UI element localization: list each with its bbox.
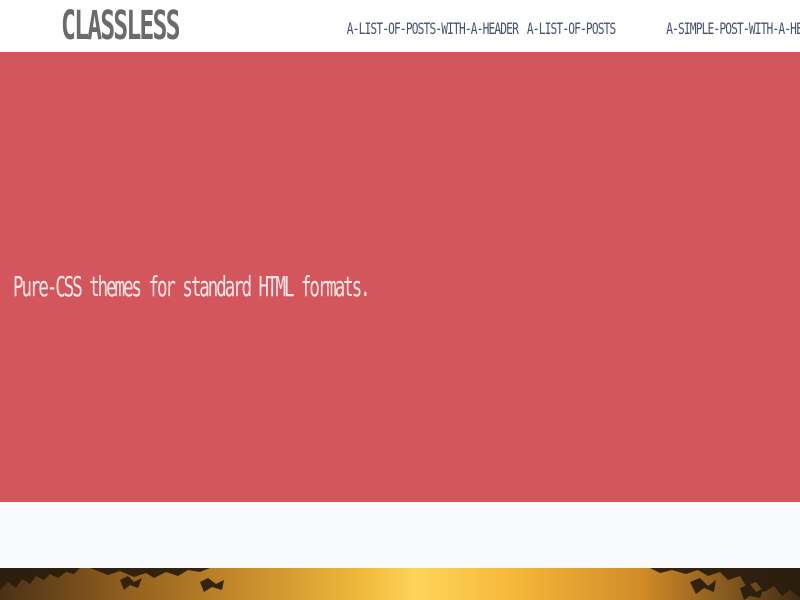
- site-header: CLASSLESS A-LIST-OF-POSTS-WITH-A-HEADER …: [0, 0, 800, 52]
- hero-tagline: Pure-CSS themes for standard HTML format…: [13, 270, 371, 303]
- hero-banner: Pure-CSS themes for standard HTML format…: [0, 52, 800, 502]
- nav-link-a-list-of-posts-with-a-header[interactable]: A-LIST-OF-POSTS-WITH-A-HEADER: [347, 19, 519, 39]
- sunset-tree-photo: [0, 568, 800, 600]
- nav-link-a-simple-post-with-a-header[interactable]: A-SIMPLE-POST-WITH-A-HEADER: [666, 19, 800, 39]
- site-logo-link[interactable]: CLASSLESS: [61, 2, 181, 50]
- nav-link-a-list-of-posts[interactable]: A-LIST-OF-POSTS: [527, 19, 616, 39]
- main-nav: A-LIST-OF-POSTS-WITH-A-HEADER A-LIST-OF-…: [291, 0, 800, 52]
- tree-silhouette-graphic: [0, 568, 800, 600]
- content-spacer: [0, 502, 800, 568]
